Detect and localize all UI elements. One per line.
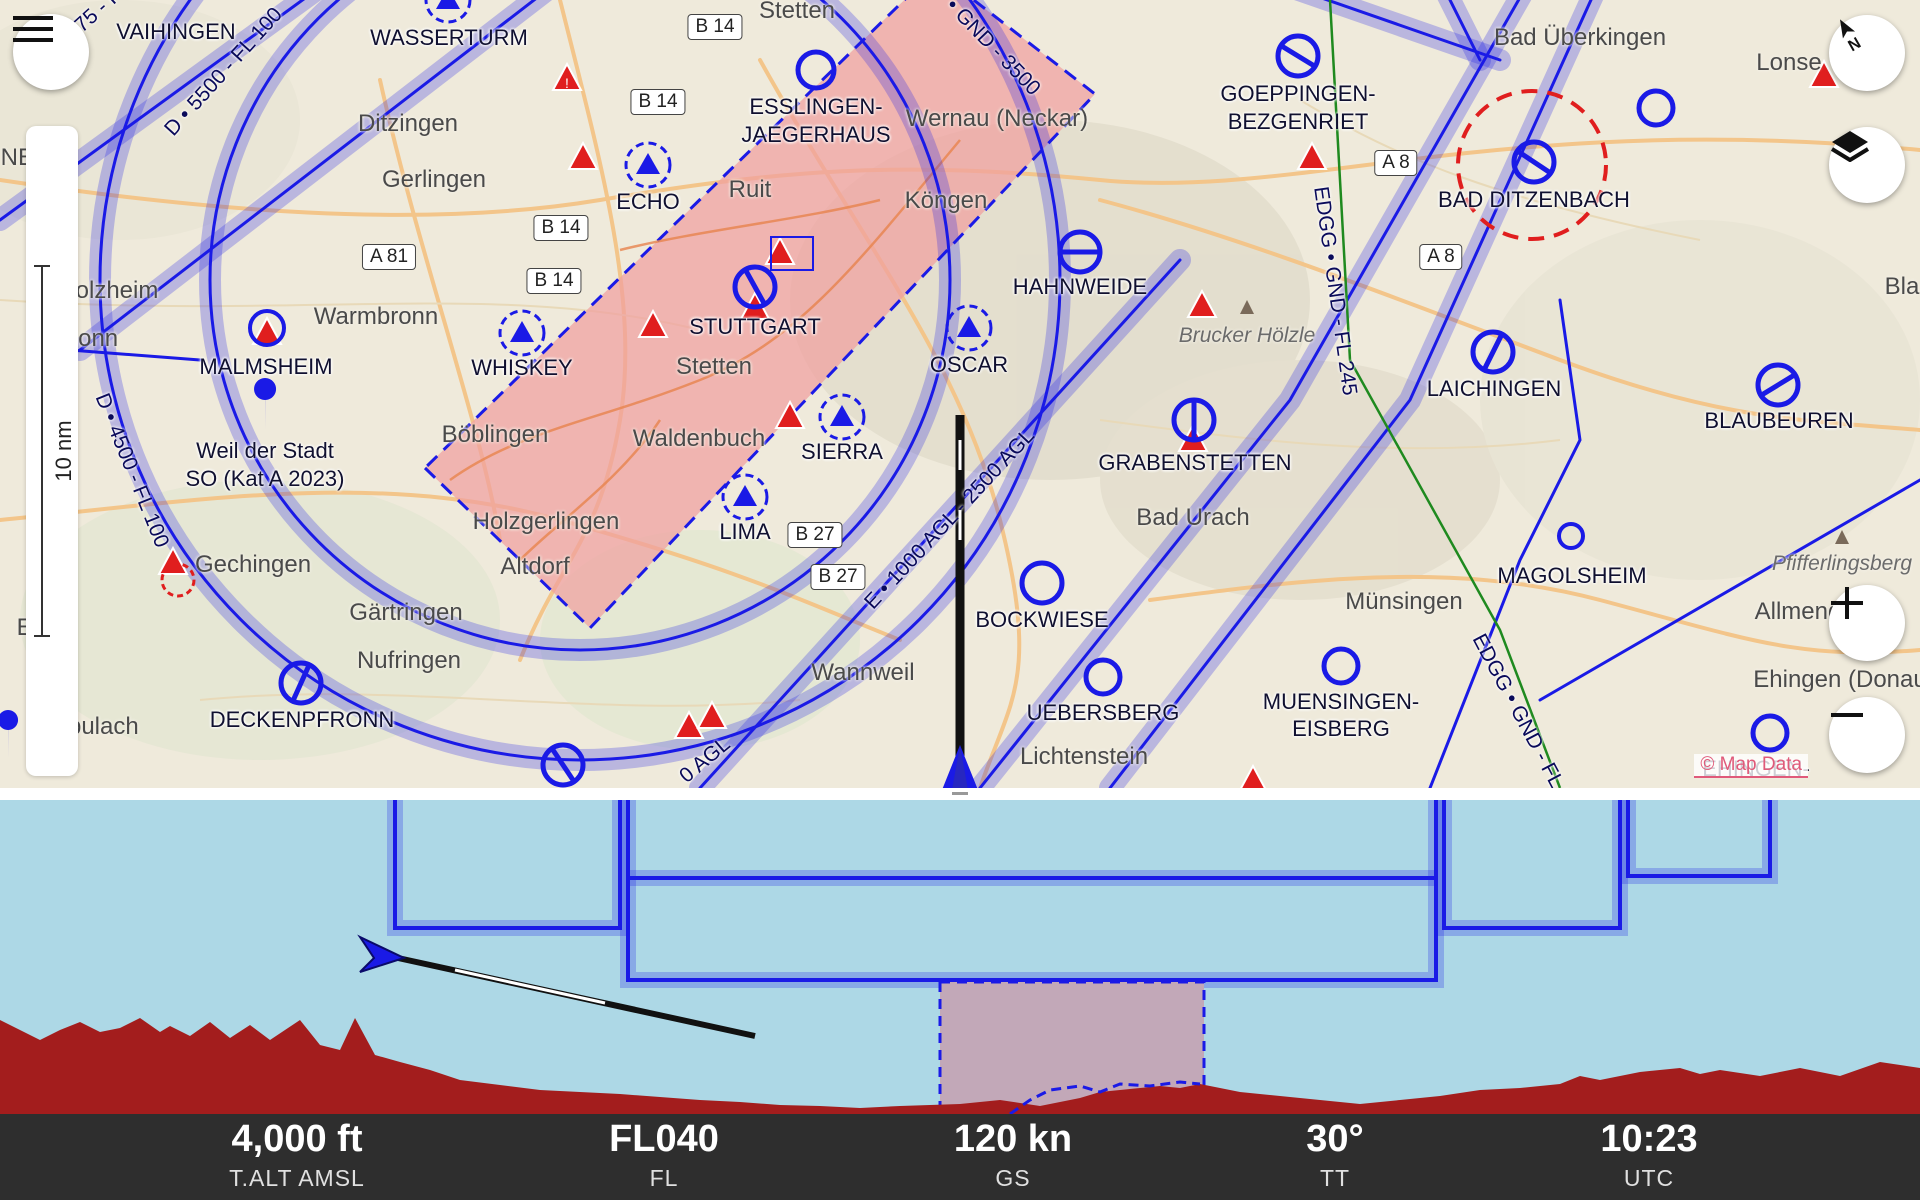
minus-icon [1831,713,1863,717]
town-label: Bad Überkingen [1493,24,1667,51]
town-label: Stetten [758,0,836,24]
town-label: Lichtenstein [1019,743,1149,770]
scale-label: 10 nm [51,420,76,482]
town-label: Wannweil [811,659,915,686]
svg-text:N: N [1845,35,1864,55]
airport-label[interactable]: GOEPPINGEN- [1220,81,1375,107]
svg-text:!: ! [565,75,569,91]
town-label: Bad Urach [1136,504,1250,531]
reporting-point-echo[interactable]: ECHO [616,189,680,215]
airport-label[interactable]: GRABENSTETTEN [1098,450,1291,476]
time-label: UTC [1623,1165,1675,1191]
reporting-point-lima[interactable]: LIMA [719,519,770,545]
town-label: Stetten [675,353,753,380]
reporting-point-whiskey[interactable]: WHISKEY [471,355,572,381]
airport-label[interactable]: MAGOLSHEIM [1497,563,1646,589]
scale-bar: 10 nm [26,126,78,776]
layers-icon [1830,131,1870,162]
menu-button[interactable] [13,14,89,90]
town-label: Gärtringen [349,599,463,626]
airport-label[interactable]: EISBERG [1292,716,1390,742]
road-shield: B 27 [810,564,866,590]
layers-button[interactable] [1829,127,1905,203]
north-up-button[interactable]: N [1829,15,1905,91]
town-label: Ehingen (Donau [1753,666,1920,693]
zoom-out-button[interactable] [1829,697,1905,773]
track-value: 30° [1306,1118,1364,1160]
road-shield: A 81 [361,244,417,270]
groundspeed-value: 120 kn [953,1118,1073,1160]
airport-label[interactable]: DECKENPFRONN [210,707,395,733]
town-label: Waldenbuch [632,425,766,452]
airport-label[interactable]: JAEGERHAUS [741,122,890,148]
airport-label[interactable]: BLAUBEUREN [1704,408,1853,434]
road-shield: B 14 [630,89,686,115]
town-label: Böblingen [441,421,549,448]
flight-level-value: FL040 [609,1118,719,1160]
town-label: Nufringen [356,647,462,674]
airport-label[interactable]: BEZGENRIET [1228,109,1369,135]
town-label: Lonse [1756,49,1822,76]
airport-label[interactable]: HAHNWEIDE [1013,274,1147,300]
town-label: olzheim [75,277,159,304]
zoom-in-button[interactable] [1829,585,1905,661]
town-label: Wernau (Neckar) [905,105,1089,132]
airport-label[interactable]: WASSERTURM [370,25,528,51]
groundspeed-label: GS [995,1165,1031,1191]
instrument-bar: 4,000 ft T.ALT AMSL FL040 FL 120 kn GS 3… [0,1114,1920,1200]
town-label: Altdorf [500,553,570,580]
road-shield: A 8 [1374,150,1418,176]
road-shield: B 14 [533,215,589,241]
airport-label[interactable]: LAICHINGEN [1427,376,1561,402]
town-label: Ruit [728,176,772,203]
status-cell-flight-level[interactable]: FL040 FL [494,1114,834,1200]
status-cell-altitude[interactable]: 4,000 ft T.ALT AMSL [127,1114,467,1200]
town-label: Köngen [904,187,988,214]
poi-label[interactable]: Weil der Stadt [196,438,334,464]
airport-label-stuttgart[interactable]: STUTTGART [689,314,821,340]
track-label: TT [1319,1165,1351,1191]
status-cell-track[interactable]: 30° TT [1165,1114,1505,1200]
town-label: Warmbronn [313,303,439,330]
time-value: 10:23 [1600,1118,1698,1160]
profile-canvas [0,800,1920,1114]
town-label: Gerlingen [381,166,487,193]
north-arrow-icon: N [1840,19,1864,55]
map-attribution-link[interactable]: © Map Data [1694,754,1808,778]
airport-label[interactable]: BOCKWIESE [975,607,1108,633]
status-cell-groundspeed[interactable]: 120 kn GS [843,1114,1183,1200]
altitude-value: 4,000 ft [231,1118,363,1160]
airport-label[interactable]: ESSLINGEN- [749,94,882,120]
panel-divider-handle[interactable] [0,788,1920,800]
flight-level-label: FL [649,1165,679,1191]
status-cell-time[interactable]: 10:23 UTC [1479,1114,1819,1200]
vertical-profile[interactable] [0,800,1920,1114]
menu-icon [13,16,53,42]
town-label: Holzgerlingen [472,508,620,535]
moving-map[interactable]: ! D • 5500 - FL 100 D • 4500 - FL 100 • … [0,0,1920,788]
ownship-icon [357,934,407,973]
road-shield: B 27 [787,522,843,548]
road-shield: B 14 [687,14,743,40]
terrain-label: Pfifferlingsberg [1771,552,1913,575]
plus-icon [1831,587,1863,619]
airport-label[interactable]: MUENSINGEN- [1263,689,1419,715]
town-label: Münsingen [1345,588,1463,615]
altitude-label: T.ALT AMSL [229,1165,365,1191]
road-shield: B 14 [526,268,582,294]
airport-label[interactable]: VAIHINGEN [116,19,235,45]
reporting-point-sierra[interactable]: SIERRA [801,439,883,465]
town-label: Bla [1884,273,1920,300]
terrain-label: Brucker Hölzle [1178,324,1316,347]
airport-label[interactable]: MALMSHEIM [199,354,332,380]
airport-label[interactable]: BAD DITZENBACH [1438,187,1630,213]
reporting-point-oscar[interactable]: OSCAR [930,352,1008,378]
road-shield: A 8 [1419,244,1463,270]
town-label: Gechingen [194,551,312,578]
drag-handle-icon [952,792,968,795]
town-label: Ditzingen [357,110,459,137]
airport-label[interactable]: UEBERSBERG [1027,700,1180,726]
poi-label[interactable]: SO (Kat A 2023) [186,466,345,492]
